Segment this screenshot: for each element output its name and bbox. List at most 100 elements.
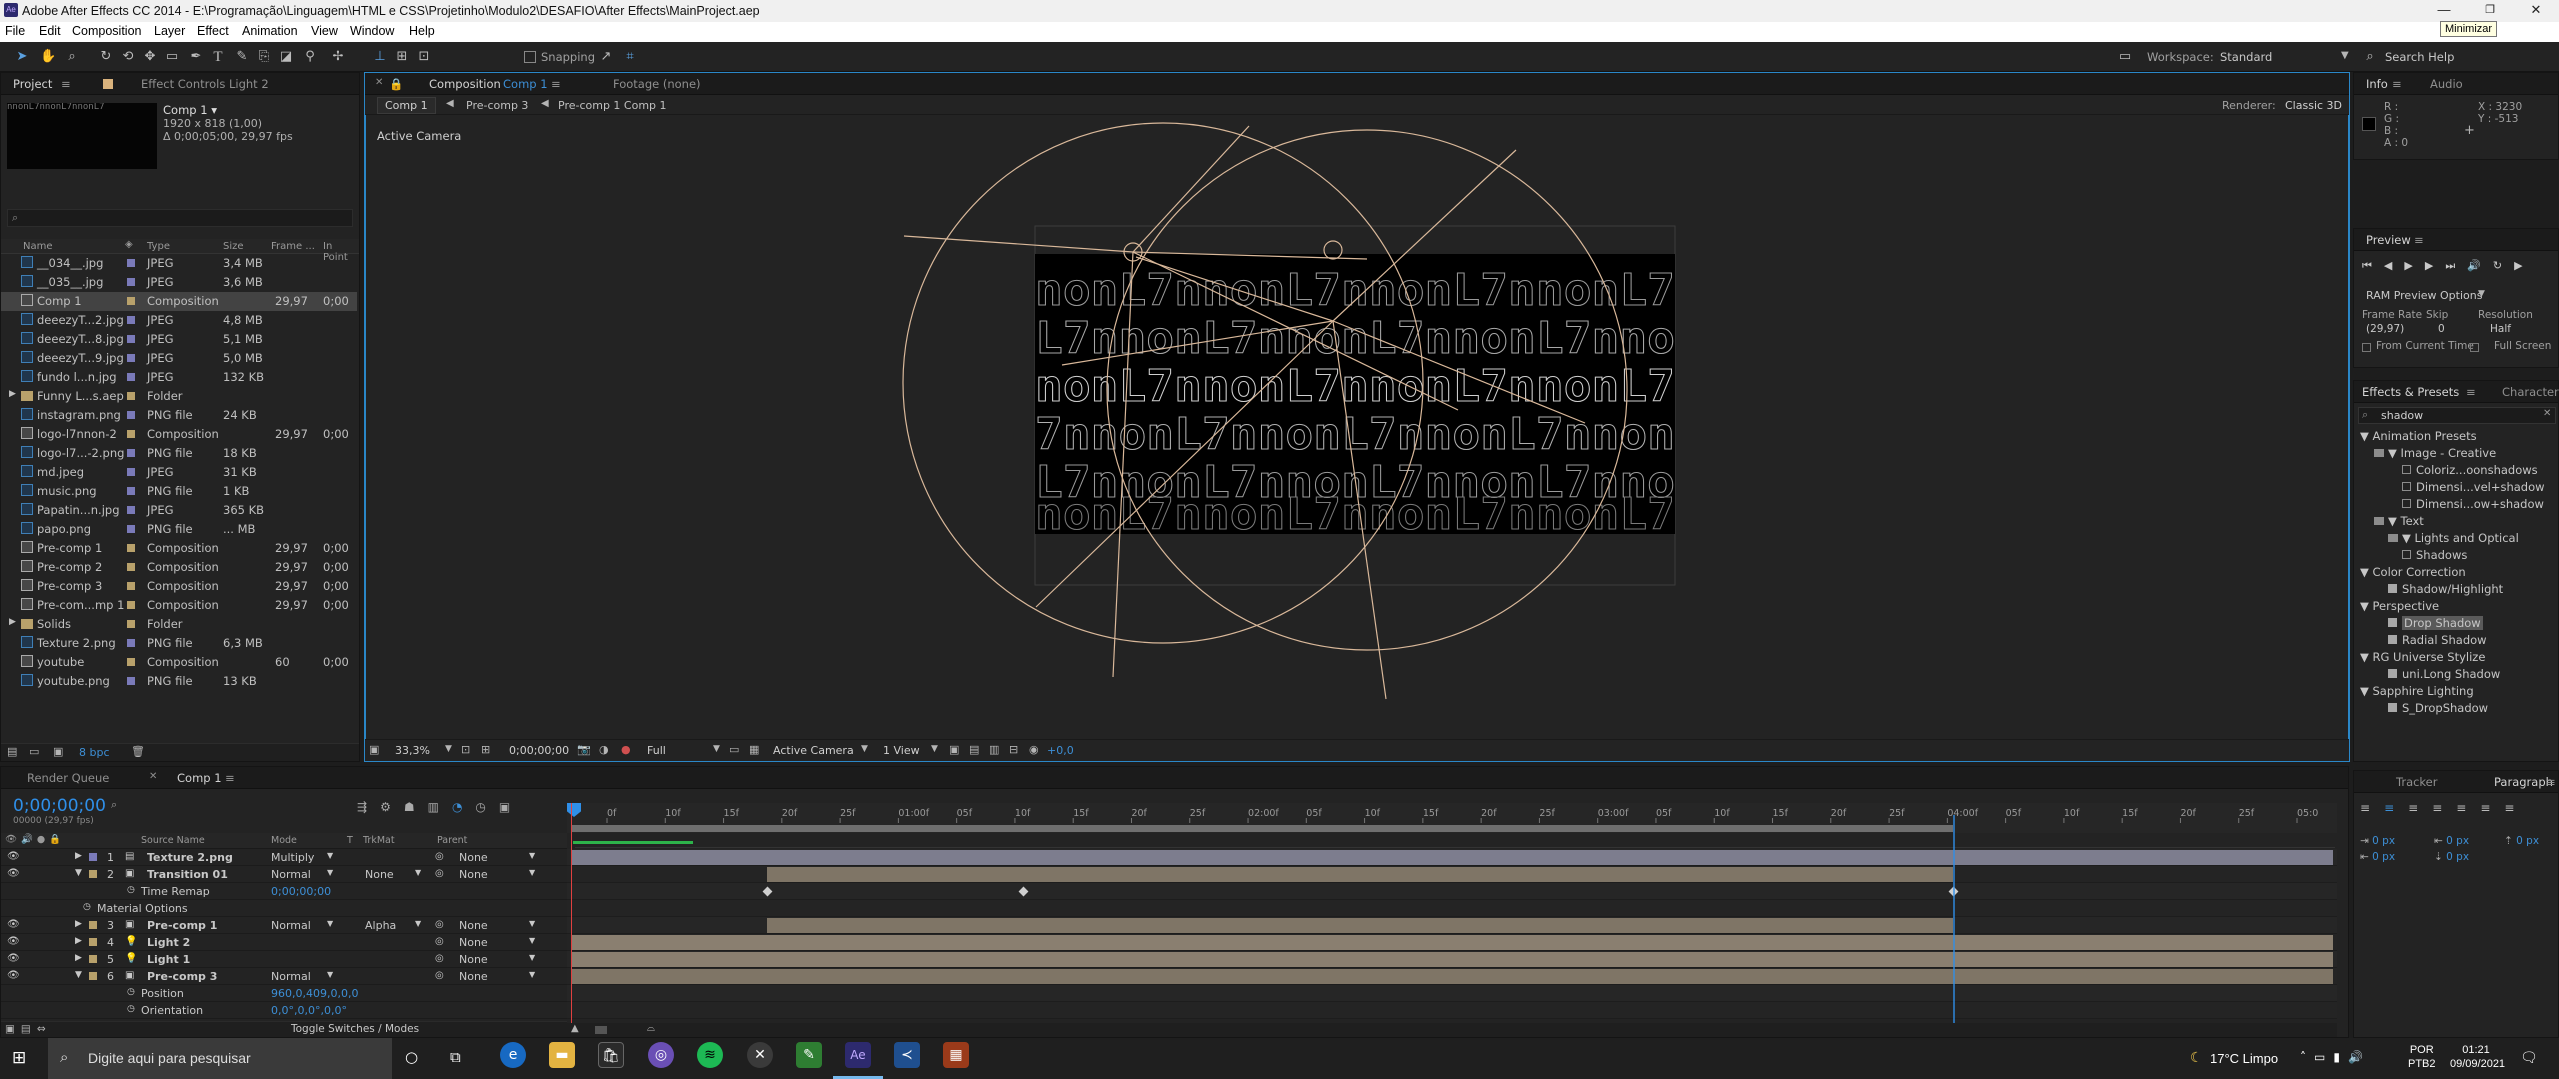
justify-last-right-icon[interactable]: ≡ <box>2480 801 2504 815</box>
project-item[interactable]: md.jpeg JPEG 31 KB <box>1 463 357 482</box>
zoom-select[interactable]: 33,3% <box>395 744 430 757</box>
layer-duration-bar[interactable] <box>571 952 2333 967</box>
col-source-name[interactable]: Source Name <box>141 835 205 846</box>
effect-item[interactable]: Drop Shadow <box>2388 616 2483 630</box>
layer-duration-bar[interactable] <box>767 867 1953 882</box>
dropdown-icon[interactable]: ▼ <box>327 919 333 928</box>
project-item[interactable]: Papatin...n.jpg JPEG 365 KB <box>1 501 357 520</box>
new-comp-icon[interactable]: ▣ <box>53 745 63 758</box>
twirl-arrow-icon[interactable]: ▼ <box>75 868 82 878</box>
justify-all-icon[interactable]: ≡ <box>2504 801 2528 815</box>
property-value[interactable]: 960,0,409,0,0,0 <box>271 987 358 1000</box>
file-explorer-icon[interactable]: ▬ <box>549 1042 575 1068</box>
parent-select[interactable]: None <box>459 936 488 949</box>
twirl-arrow-icon[interactable]: ▶ <box>75 936 82 946</box>
close-tab-icon[interactable]: ✕ <box>375 77 383 88</box>
preset-folder[interactable]: ▼ Image - Creative <box>2374 446 2496 460</box>
effect-item[interactable]: Coloriz...oonshadows <box>2402 463 2538 477</box>
twirl-arrow-icon[interactable]: ▶ <box>75 851 82 861</box>
visibility-eye-icon[interactable]: 👁 <box>7 919 20 930</box>
layer-label-swatch[interactable] <box>89 870 97 878</box>
layer-name[interactable]: Pre-comp 1 <box>147 919 217 932</box>
layer-duration-bar[interactable] <box>767 918 1953 933</box>
pick-whip-icon[interactable]: ◎ <box>435 868 444 879</box>
reset-exposure-icon[interactable]: ◉ <box>1029 743 1039 756</box>
dropdown-icon[interactable]: ▼ <box>415 919 421 928</box>
weather-text[interactable]: 17°C Limpo <box>2210 1051 2278 1066</box>
align-center-icon[interactable]: ≡ <box>2384 801 2408 815</box>
dropdown-icon[interactable]: ▼ <box>415 868 421 877</box>
layer-duration-bar[interactable] <box>571 935 2333 950</box>
panel-menu-icon[interactable]: ≡ <box>61 77 71 91</box>
visibility-eye-icon[interactable]: 👁 <box>7 953 20 964</box>
project-item[interactable]: logo-l7...-2.png PNG file 18 KB <box>1 444 357 463</box>
effect-item[interactable]: S_DropShadow <box>2388 701 2488 715</box>
pick-whip-icon[interactable]: ◎ <box>435 953 444 964</box>
snapping-checkbox[interactable] <box>524 51 536 63</box>
resolution-select[interactable]: Half <box>2490 323 2511 335</box>
layer-name[interactable]: Light 2 <box>147 936 190 949</box>
pan-behind-icon[interactable]: ✥ <box>142 49 158 65</box>
input-language[interactable]: POR PTB2 <box>2408 1043 2436 1071</box>
search-help-icon[interactable]: ⌕ <box>2362 49 2378 65</box>
project-item[interactable]: Pre-comp 3 Composition 29,97 0;00 <box>1 577 357 596</box>
spotify-icon[interactable]: ≋ <box>697 1042 723 1068</box>
view-layout-dropdown-icon[interactable]: ▼ <box>931 744 938 754</box>
expand-layer-switches-icon[interactable]: ▣ <box>5 1023 21 1035</box>
local-axis-icon[interactable]: ⊥ <box>372 49 388 65</box>
resolution-select[interactable]: Full <box>647 744 666 757</box>
pick-whip-icon[interactable]: ◎ <box>435 970 444 981</box>
resolution-dropdown-icon[interactable]: ▼ <box>713 744 720 754</box>
tab-render-queue[interactable]: Render Queue <box>27 771 109 785</box>
tab-effect-controls[interactable]: Effect Controls Light 2 <box>141 77 269 91</box>
current-time-display[interactable]: 0;00;00;00 <box>509 744 569 757</box>
camera-dropdown-icon[interactable]: ▼ <box>861 744 868 754</box>
pen-tool-icon[interactable]: ✒ <box>188 49 204 65</box>
dropdown-icon[interactable]: ▼ <box>529 868 535 877</box>
menu-help[interactable]: Help <box>409 24 435 38</box>
project-item[interactable]: deeezyT...2.jpg JPEG 4,8 MB <box>1 311 357 330</box>
menu-effect[interactable]: Effect <box>197 24 229 38</box>
layer-duration-bar[interactable] <box>571 969 2333 984</box>
layer-row[interactable]: 👁 ▼ 2 ▣ Transition 01 Normal ▼ None ▼ ◎ None ▼ <box>1 866 567 883</box>
project-item[interactable]: music.png PNG file 1 KB <box>1 482 357 501</box>
frame-rate-select[interactable]: (29,97) <box>2366 323 2404 335</box>
project-item[interactable]: deeezyT...9.jpg JPEG 5,0 MB <box>1 349 357 368</box>
stopwatch-icon[interactable]: ◷ <box>127 885 135 895</box>
expand-arrow-icon[interactable]: ▶ <box>9 389 16 399</box>
label-swatch[interactable] <box>127 544 135 552</box>
layer-duration-bar[interactable] <box>571 850 2333 865</box>
menu-composition[interactable]: Composition <box>72 24 141 38</box>
clear-search-icon[interactable]: ✕ <box>2543 408 2551 419</box>
trash-icon[interactable]: 🗑 <box>131 745 145 758</box>
restore-button[interactable]: ❐ <box>2467 0 2513 22</box>
toggle-pixel-aspect-icon[interactable]: ▣ <box>949 743 959 756</box>
project-item[interactable]: __034__.jpg JPEG 3,4 MB <box>1 254 357 273</box>
project-item[interactable]: Pre-comp 2 Composition 29,97 0;00 <box>1 558 357 577</box>
align-right-icon[interactable]: ≡ <box>2408 801 2432 815</box>
eraser-tool-icon[interactable]: ◪ <box>278 49 294 65</box>
fast-previews-icon[interactable]: ▤ <box>969 743 979 756</box>
label-swatch[interactable] <box>127 335 135 343</box>
timeline-search-input[interactable]: ⌕ <box>111 798 231 814</box>
bpc-label[interactable]: 8 bpc <box>79 746 110 759</box>
blend-mode-select[interactable]: Normal <box>271 868 311 881</box>
stopwatch-icon[interactable]: ◷ <box>83 902 91 912</box>
work-area-bar[interactable] <box>571 825 1953 832</box>
draft-3d-icon[interactable]: ⚙ <box>380 800 404 814</box>
network-icon[interactable]: ▭ <box>2314 1050 2333 1064</box>
tab-info[interactable]: Info <box>2366 77 2388 91</box>
label-swatch[interactable] <box>127 601 135 609</box>
prev-frame-icon[interactable]: ◀ <box>2384 259 2404 272</box>
layer-name[interactable]: Texture 2.png <box>147 851 233 864</box>
justify-last-center-icon[interactable]: ≡ <box>2456 801 2480 815</box>
roto-brush-icon[interactable]: ⚲ <box>302 49 318 65</box>
project-item[interactable]: logo-l7nnon-2 Composition 29,97 0;00 <box>1 425 357 444</box>
notepad-icon[interactable]: ✎ <box>796 1042 822 1068</box>
notifications-icon[interactable]: 🗨 <box>2520 1050 2538 1066</box>
dropdown-icon[interactable]: ▼ <box>529 970 535 979</box>
label-swatch[interactable] <box>127 297 135 305</box>
label-swatch[interactable] <box>127 468 135 476</box>
layer-label-swatch[interactable] <box>89 938 97 946</box>
effects-menu-icon[interactable]: ≡ <box>2466 385 2476 399</box>
